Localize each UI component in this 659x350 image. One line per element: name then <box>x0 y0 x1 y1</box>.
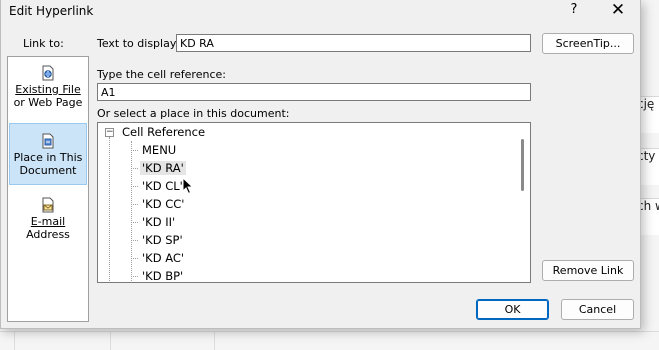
background-gridline <box>110 332 111 350</box>
mouse-pointer-icon <box>182 177 194 195</box>
background-gridline <box>14 332 15 350</box>
link-item-label-line2: Address <box>26 228 70 241</box>
tree-root-cell-reference[interactable]: Cell Reference <box>122 125 205 139</box>
link-item-label-line2: or Web Page <box>13 96 83 109</box>
tree-item[interactable]: 'KD II' <box>140 215 177 229</box>
tree-connector <box>131 168 138 169</box>
tree-item[interactable]: 'KD BP' <box>140 269 185 282</box>
tree-connector <box>131 222 138 223</box>
tree-item[interactable]: 'KD CL' <box>140 179 185 193</box>
tree-item[interactable]: MENU <box>140 143 178 157</box>
tree-item[interactable]: 'KD CC' <box>140 197 186 211</box>
existing-file-icon <box>42 65 54 81</box>
link-item-label-line1: Existing File <box>15 83 81 96</box>
cell-reference-input[interactable] <box>97 83 531 101</box>
tree-connector <box>131 150 138 151</box>
tree-item[interactable]: 'KD RA' <box>140 161 186 175</box>
dialog-titlebar[interactable]: Edit Hyperlink ? ✕ <box>1 0 640 24</box>
tree-guide-line <box>131 141 132 282</box>
link-to-email-address[interactable]: E-mail Address <box>9 197 87 259</box>
dialog-title: Edit Hyperlink <box>9 4 94 18</box>
place-in-document-label: Or select a place in this document: <box>97 107 290 120</box>
text-to-display-label: Text to display: <box>97 37 180 50</box>
screentip-button[interactable]: ScreenTip... <box>542 33 634 54</box>
tree-guide-line <box>109 137 110 282</box>
cancel-button[interactable]: Cancel <box>561 299 634 320</box>
tree-connector <box>131 204 138 205</box>
link-to-place-in-document[interactable]: Place in This Document <box>9 123 87 185</box>
place-in-document-icon <box>42 133 54 149</box>
edit-hyperlink-dialog: Edit Hyperlink ? ✕ Link to: Existing Fil… <box>0 0 641 329</box>
link-item-label-line1: E-mail <box>30 215 66 228</box>
tree-item[interactable]: 'KD SP' <box>140 233 185 247</box>
text-to-display-input[interactable] <box>176 34 531 52</box>
email-icon <box>42 197 54 213</box>
close-icon[interactable]: ✕ <box>606 0 630 22</box>
link-to-panel: Existing File or Web Page Place in This … <box>7 56 89 322</box>
link-to-existing-file[interactable]: Existing File or Web Page <box>9 65 87 127</box>
link-to-label: Link to: <box>23 37 64 50</box>
tree-item[interactable]: 'KD AC' <box>140 251 186 265</box>
ok-button[interactable]: OK <box>476 299 549 320</box>
background-gridline <box>0 331 659 332</box>
help-icon[interactable]: ? <box>564 2 584 20</box>
tree-connector <box>131 240 138 241</box>
tree-scrollbar-thumb[interactable] <box>521 139 524 191</box>
link-item-label-line2: Document <box>19 164 77 177</box>
tree-connector <box>131 186 138 187</box>
tree-connector <box>131 258 138 259</box>
cell-reference-label: Type the cell reference: <box>97 68 226 81</box>
place-tree-view[interactable]: − Cell Reference MENU 'KD RA' 'KD CL' 'K… <box>97 122 531 283</box>
remove-link-button[interactable]: Remove Link <box>542 260 634 281</box>
link-item-label-line1: Place in This <box>13 151 83 164</box>
tree-connector <box>131 276 138 277</box>
background-gridline <box>214 332 215 350</box>
collapse-toggle-icon[interactable]: − <box>105 128 114 137</box>
